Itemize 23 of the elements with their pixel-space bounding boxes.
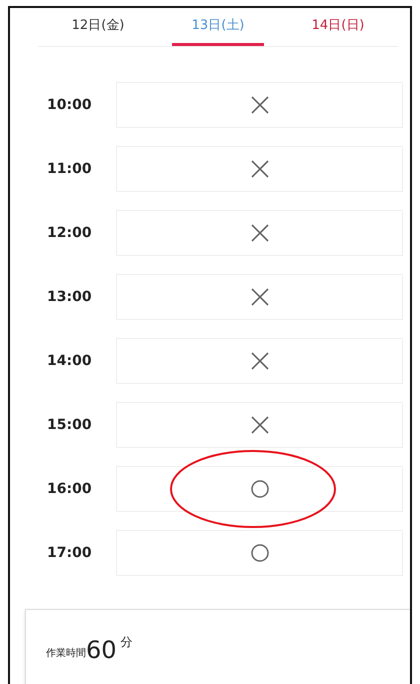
time-label: 16:00 — [46, 481, 93, 497]
time-label: 12:00 — [46, 225, 93, 241]
circle-icon — [250, 479, 270, 499]
time-label: 10:00 — [46, 97, 93, 113]
date-tab[interactable]: 12日(金) — [52, 8, 144, 46]
time-label: 13:00 — [46, 289, 93, 305]
circle-icon — [250, 543, 270, 563]
cross-icon — [250, 95, 270, 115]
slot-button[interactable] — [116, 466, 403, 512]
cross-icon — [250, 159, 270, 179]
time-label: 17:00 — [46, 545, 93, 561]
time-label: 11:00 — [46, 161, 93, 177]
cross-icon — [250, 223, 270, 243]
cross-icon — [250, 415, 270, 435]
date-tab[interactable]: 14日(日) — [292, 8, 384, 46]
time-label: 14:00 — [46, 353, 93, 369]
work-time-unit: 分 — [120, 634, 133, 651]
time-label: 15:00 — [46, 417, 93, 433]
cross-icon — [250, 287, 270, 307]
work-time-value: 60 — [86, 636, 117, 664]
work-time-label: 作業時間 — [46, 646, 86, 660]
cross-icon — [250, 351, 270, 371]
date-tab[interactable]: 13日(土) — [172, 8, 264, 46]
